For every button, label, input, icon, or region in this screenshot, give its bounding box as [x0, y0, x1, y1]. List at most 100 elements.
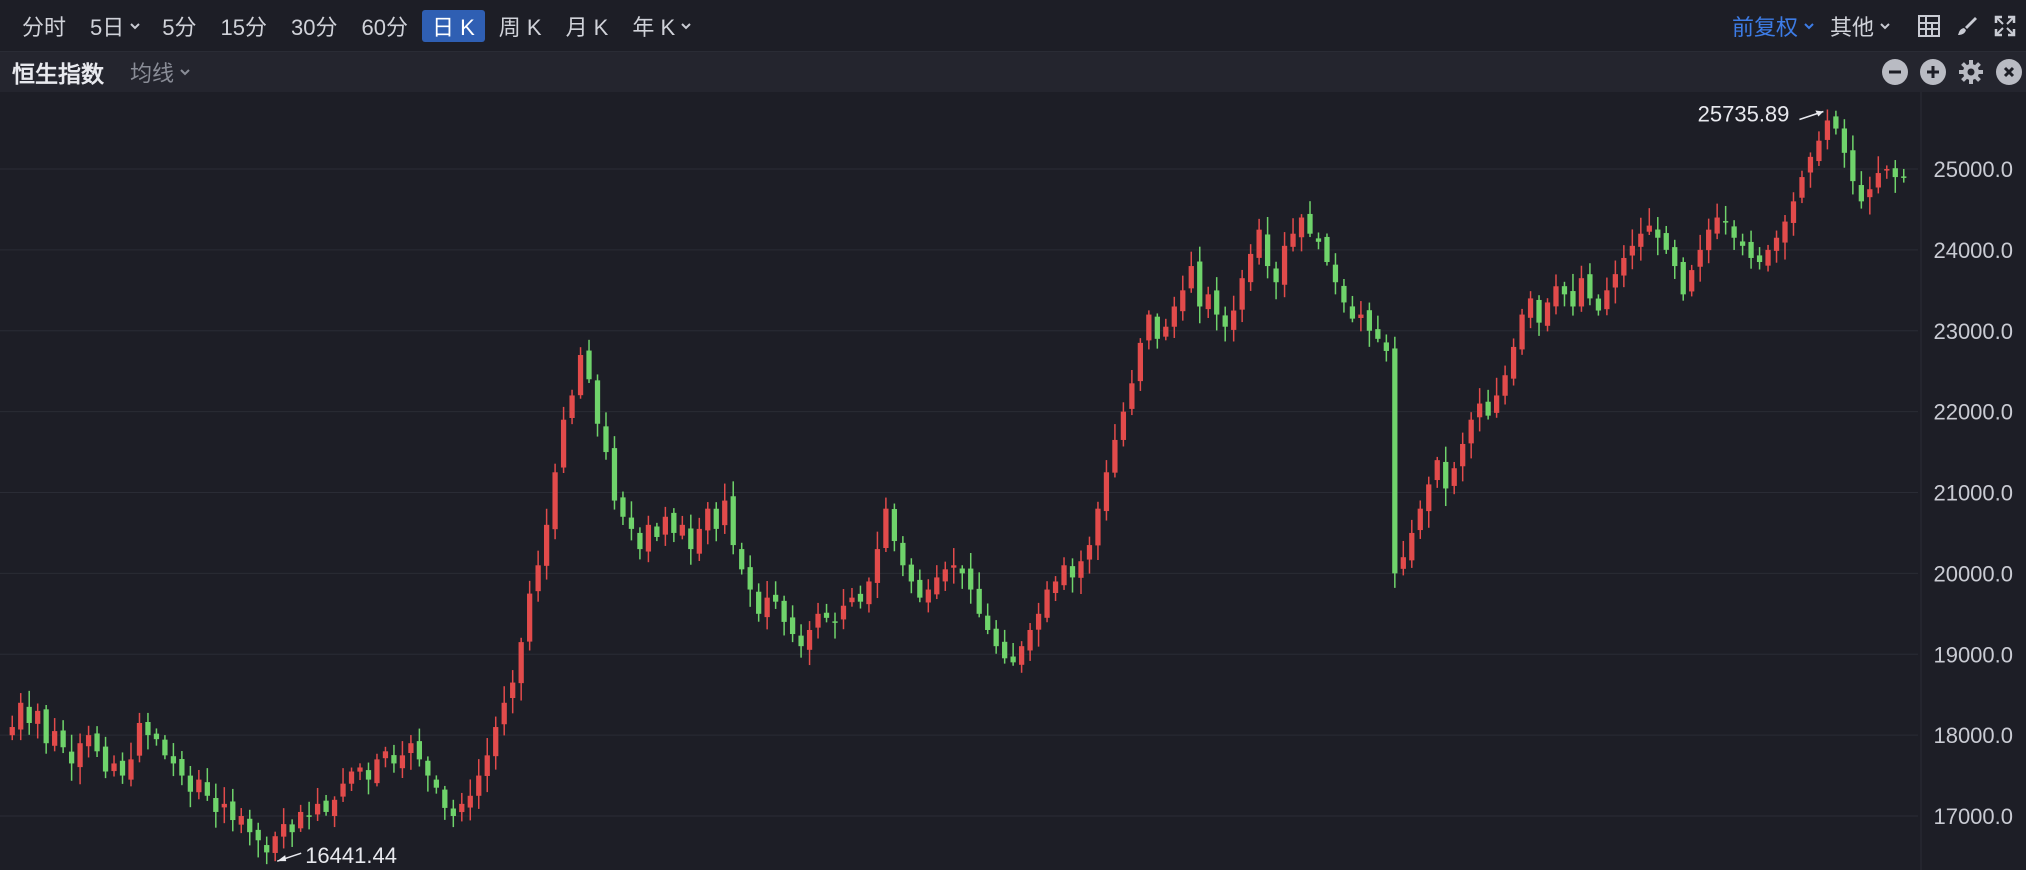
candle-body	[1587, 274, 1593, 299]
candle-body	[1324, 236, 1330, 263]
candle-body	[1180, 290, 1186, 312]
tab-5-min[interactable]: 5分	[152, 10, 206, 42]
candle-body	[1731, 226, 1737, 238]
candle-body	[798, 635, 804, 647]
chart-controls	[1870, 59, 2022, 85]
candle-body	[374, 759, 380, 784]
candle-body	[1256, 229, 1262, 258]
zoom-out-icon[interactable]	[1882, 59, 1908, 85]
adjust-dropdown[interactable]: 前复权	[1732, 10, 1814, 42]
y-tick-label: 24000.0	[1933, 238, 2013, 263]
candle-body	[1197, 261, 1203, 307]
candle-body	[1069, 566, 1076, 578]
tab-5-day[interactable]: 5日	[80, 10, 148, 42]
candle-body	[1519, 314, 1525, 350]
candle-body	[272, 836, 278, 853]
candle-body	[1680, 261, 1686, 295]
candle-body	[908, 564, 914, 582]
tab-daily-k[interactable]: 日 K	[421, 9, 485, 42]
candle-body	[35, 710, 41, 724]
candle-body	[968, 568, 974, 590]
candle-body	[323, 800, 329, 812]
candle-body	[1595, 298, 1602, 311]
tab-15-min[interactable]: 15分	[211, 10, 277, 42]
candle-body	[1655, 229, 1661, 238]
candle-body	[1723, 221, 1729, 223]
candle-body	[1460, 443, 1466, 467]
candle-body	[85, 735, 92, 747]
candle-body	[9, 727, 15, 736]
zoom-in-icon[interactable]	[1920, 59, 1946, 85]
candle-body	[1841, 128, 1848, 153]
candle-body	[1332, 264, 1339, 283]
candle-body	[1468, 419, 1474, 444]
candle-body	[1154, 316, 1160, 339]
tab-monthly-k[interactable]: 月 K	[556, 10, 619, 42]
tab-label: 分时	[22, 14, 67, 40]
tab-30-min[interactable]: 30分	[281, 10, 347, 42]
tab-weekly-k[interactable]: 周 K	[489, 10, 552, 42]
chevron-down-icon	[1880, 22, 1890, 30]
ma-dropdown[interactable]: 均线	[130, 56, 190, 88]
candle-body	[1341, 285, 1347, 303]
candle-body	[925, 589, 931, 603]
candle-body	[1146, 314, 1152, 341]
candle-body	[1621, 257, 1627, 276]
candlestick-chart[interactable]: 17000.0 18000.0 19000.0 20000.0 21000.0 22000…	[0, 92, 2026, 870]
candle-body	[654, 526, 660, 537]
candle-body	[162, 739, 168, 756]
tab-label: 30分	[291, 14, 338, 40]
candle-body	[1171, 306, 1177, 327]
fullscreen-icon[interactable]	[1992, 13, 2018, 39]
candle-body	[789, 617, 796, 635]
candle-body	[577, 355, 584, 396]
candle-body	[221, 803, 227, 808]
candle-body	[781, 600, 787, 622]
candle-body	[832, 621, 838, 623]
candle-body	[1273, 268, 1279, 283]
candle-body	[476, 775, 482, 796]
candle-body	[145, 721, 151, 736]
candle-body	[306, 815, 312, 817]
candle-body	[1400, 557, 1406, 569]
y-tick-label: 22000.0	[1933, 400, 2013, 425]
tab-yearly-k[interactable]: 年 K	[622, 10, 699, 42]
candle-body	[1392, 348, 1398, 574]
candle-body	[18, 702, 24, 730]
candle-body	[1035, 613, 1042, 630]
y-tick-label: 18000.0	[1933, 723, 2013, 748]
candle-body	[1799, 177, 1805, 198]
candle-body	[1706, 229, 1712, 251]
candle-body	[264, 845, 270, 853]
tab-timeshare[interactable]: 分时	[12, 10, 76, 42]
candle-body	[1570, 291, 1576, 307]
candle-body	[1129, 383, 1135, 409]
candle-body	[255, 829, 261, 841]
candle-body	[1417, 508, 1423, 531]
candle-body	[77, 743, 83, 768]
min-price-label: 16441.44	[305, 843, 397, 868]
y-tick-label: 21000.0	[1933, 481, 2013, 506]
candle-body	[840, 605, 847, 620]
candle-body	[1502, 375, 1508, 396]
candle-body	[1867, 189, 1873, 198]
other-dropdown[interactable]: 其他	[1830, 10, 1890, 42]
candle-body	[1892, 168, 1898, 178]
brush-icon[interactable]	[1954, 13, 1980, 39]
candle-body	[1205, 294, 1211, 310]
tab-60-min[interactable]: 60分	[351, 10, 417, 42]
candle-body	[153, 733, 160, 740]
candle-body	[1239, 278, 1245, 310]
candle-body	[281, 824, 287, 837]
candle-body	[951, 565, 957, 568]
settings-icon[interactable]	[1958, 59, 1984, 85]
candle-body	[60, 730, 66, 748]
candle-body	[1315, 238, 1322, 242]
close-icon[interactable]	[1996, 59, 2022, 85]
candle-body	[866, 581, 872, 605]
candle-body	[1646, 225, 1652, 232]
candle-body	[1061, 565, 1067, 586]
candle-body	[1714, 217, 1720, 234]
candle-body	[102, 746, 109, 772]
grid-icon[interactable]	[1916, 13, 1942, 39]
